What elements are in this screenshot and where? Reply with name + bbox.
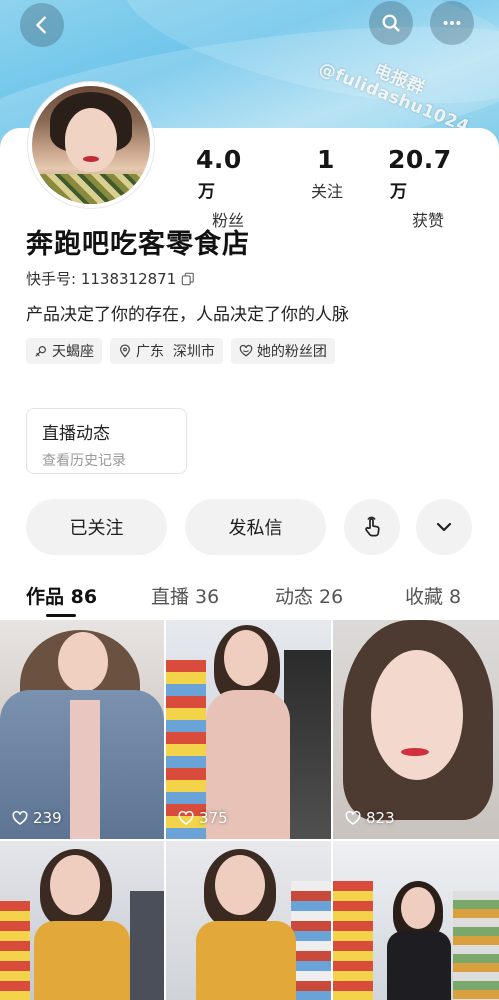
tab-moments[interactable]: 动态 26 <box>275 582 343 609</box>
kuaishou-id-row[interactable]: 快手号: 1138312871 <box>26 268 195 289</box>
tab-favorites[interactable]: 收藏 8 <box>405 582 461 609</box>
likes-count: 823 <box>366 809 395 827</box>
tag-zodiac[interactable]: 天蝎座 <box>26 338 102 364</box>
likes-count: 239 <box>33 809 62 827</box>
video-likes: 375 <box>177 809 228 827</box>
kuaishou-id: 快手号: 1138312871 <box>26 270 177 288</box>
poke-hand-icon <box>365 516 380 537</box>
stat-label: 关注 <box>310 182 343 201</box>
search-icon <box>382 14 400 32</box>
tag-label: 广东 深圳市 <box>136 344 215 360</box>
stat-fans[interactable]: 4.0万 粉丝 <box>196 145 260 231</box>
stat-value: 20.7 <box>388 145 452 174</box>
tag-label: 她的粉丝团 <box>256 344 327 360</box>
tab-works[interactable]: 作品 86 <box>26 582 97 609</box>
stat-unit: 万 <box>390 182 408 202</box>
video-thumbnail[interactable] <box>0 841 164 1000</box>
stat-label: 获赞 <box>411 211 444 230</box>
stat-following[interactable]: 1 关注 <box>302 145 352 202</box>
stat-value: 1 <box>317 145 335 174</box>
more-dots-icon <box>443 20 461 26</box>
live-history-card[interactable]: 直播动态 查看历史记录 <box>26 408 187 474</box>
video-thumbnail[interactable] <box>166 841 331 1000</box>
fan-group-icon <box>239 344 253 357</box>
avatar-photo <box>32 86 150 204</box>
video-likes: 239 <box>11 809 62 827</box>
chevron-left-icon <box>36 16 46 34</box>
scorpio-icon <box>35 346 46 357</box>
video-grid: 239 375 823 <box>0 620 499 1000</box>
profile-name: 奔跑吧吃客零食店 <box>26 229 250 260</box>
heart-icon <box>345 810 361 825</box>
expand-button[interactable] <box>416 499 472 555</box>
video-thumbnail[interactable]: 823 <box>333 620 499 839</box>
search-button[interactable] <box>369 1 413 45</box>
location-icon <box>120 344 130 358</box>
copy-icon[interactable] <box>181 272 195 286</box>
profile-bio: 产品决定了你的存在，人品决定了你的人脉 <box>26 305 349 325</box>
active-tab-indicator <box>46 614 76 617</box>
video-thumbnail[interactable] <box>333 841 499 1000</box>
live-card-subtitle: 查看历史记录 <box>42 453 126 469</box>
chevron-down-icon <box>436 522 452 532</box>
message-button[interactable]: 发私信 <box>185 499 326 555</box>
content-tabs: 作品 86 直播 36 动态 26 收藏 8 <box>0 578 499 618</box>
followed-button[interactable]: 已关注 <box>26 499 167 555</box>
avatar[interactable] <box>28 82 154 208</box>
more-button[interactable] <box>430 1 474 45</box>
video-thumbnail[interactable]: 375 <box>166 620 331 839</box>
back-button[interactable] <box>20 3 64 47</box>
heart-icon <box>178 810 194 825</box>
tag-label: 天蝎座 <box>52 344 94 360</box>
tab-live[interactable]: 直播 36 <box>151 582 219 609</box>
live-card-title: 直播动态 <box>42 424 110 444</box>
tag-fan-group[interactable]: 她的粉丝团 <box>230 338 335 364</box>
stat-likes[interactable]: 20.7 万 获赞 <box>388 145 468 231</box>
tag-location[interactable]: 广东 深圳市 <box>110 338 223 364</box>
likes-count: 375 <box>199 809 228 827</box>
stat-unit: 万 <box>198 182 216 202</box>
heart-icon <box>12 810 28 825</box>
stat-value: 4.0 <box>196 145 242 174</box>
profile-tags: 天蝎座 广东 深圳市 她的粉丝团 <box>26 338 335 364</box>
video-likes: 823 <box>344 809 395 827</box>
poke-button[interactable] <box>344 499 400 555</box>
video-thumbnail[interactable]: 239 <box>0 620 164 839</box>
